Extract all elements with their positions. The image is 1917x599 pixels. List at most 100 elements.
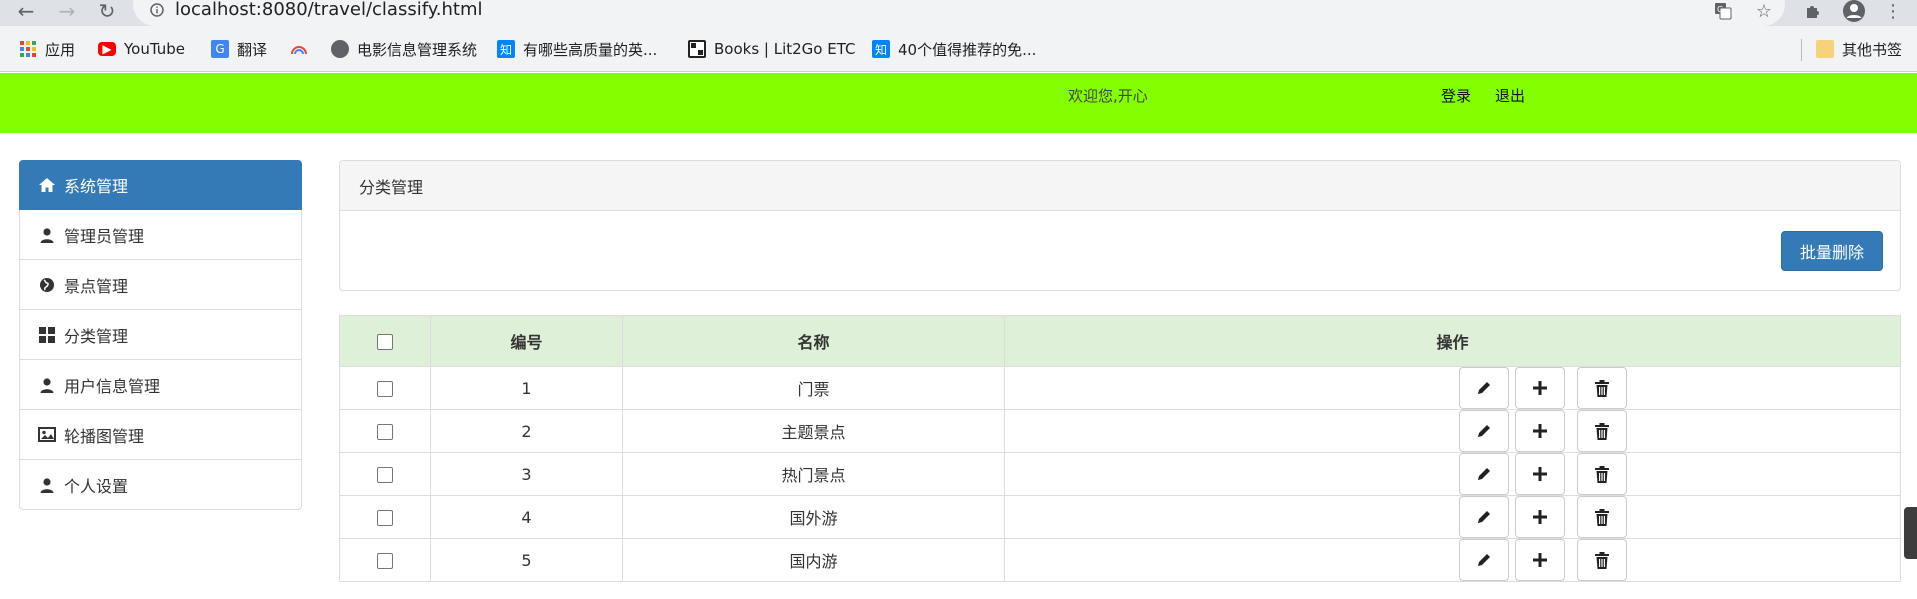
bookmark-apps[interactable]: 应用 <box>19 36 75 62</box>
select-all-cell <box>339 315 431 367</box>
pencil-icon <box>1476 423 1492 439</box>
trash-icon <box>1594 379 1610 397</box>
bookmark-zhihu-2[interactable]: 知 40个值得推荐的免... <box>872 36 1036 62</box>
reload-icon[interactable]: ↻ <box>93 0 121 23</box>
bookmark-label: 有哪些高质量的英... <box>523 40 658 59</box>
bookmark-other[interactable]: 其他书签 <box>1816 36 1902 62</box>
translate-page-icon[interactable]: G <box>1710 0 1736 22</box>
delete-button[interactable] <box>1576 539 1627 581</box>
table-row: 1 门票 <box>339 366 1901 410</box>
bookmark-label: YouTube <box>124 40 185 58</box>
row-id: 4 <box>430 495 623 539</box>
bookmark-label: 应用 <box>45 40 76 59</box>
image-icon <box>38 426 56 444</box>
row-select-cell <box>339 366 431 410</box>
table-row: 5 国内游 <box>339 538 1901 582</box>
url-text[interactable]: localhost:8080/travel/classify.html <box>175 0 483 20</box>
sidebar-item-scenic[interactable]: 景点管理 <box>19 260 302 310</box>
site-info-icon[interactable] <box>148 0 166 20</box>
trash-icon <box>1594 422 1610 440</box>
sidebar-menu: 系统管理 管理员管理 景点管理 分类管理 用户信息管理 轮播图管理 个人设置 <box>19 160 302 510</box>
row-checkbox[interactable] <box>377 467 393 483</box>
plus-icon <box>1532 380 1548 396</box>
back-icon[interactable]: ← <box>12 0 40 23</box>
row-checkbox[interactable] <box>377 424 393 440</box>
delete-button[interactable] <box>1576 453 1627 495</box>
bookmark-label: 翻译 <box>237 40 268 59</box>
add-button[interactable] <box>1514 410 1565 452</box>
pencil-icon <box>1476 380 1492 396</box>
bookmark-label: 电影信息管理系统 <box>357 40 478 59</box>
edit-button[interactable] <box>1458 496 1509 538</box>
pencil-icon <box>1476 552 1492 568</box>
row-actions <box>1004 495 1901 539</box>
sidebar-item-label: 景点管理 <box>64 276 129 296</box>
bookmark-lit2go[interactable]: Books | Lit2Go ETC <box>688 36 856 62</box>
grid-icon <box>38 326 56 344</box>
row-checkbox[interactable] <box>377 553 393 569</box>
add-button[interactable] <box>1514 496 1565 538</box>
plus-icon <box>1532 423 1548 439</box>
svg-text:G: G <box>1717 5 1723 14</box>
login-link[interactable]: 登录 <box>1441 85 1471 106</box>
bookmark-label: 40个值得推荐的免... <box>898 40 1037 59</box>
bookmark-translate[interactable]: G 翻译 <box>211 36 267 62</box>
delete-button[interactable] <box>1576 410 1627 452</box>
extensions-icon[interactable] <box>1800 0 1826 22</box>
sidebar-item-admin[interactable]: 管理员管理 <box>19 210 302 260</box>
select-all-checkbox[interactable] <box>377 334 393 350</box>
batch-delete-button[interactable]: 批量删除 <box>1781 231 1883 271</box>
sidebar-item-profile[interactable]: 个人设置 <box>19 460 302 510</box>
row-actions <box>1004 409 1901 453</box>
edit-button[interactable] <box>1458 410 1509 452</box>
edit-button[interactable] <box>1458 539 1509 581</box>
home-icon <box>38 176 56 194</box>
row-checkbox[interactable] <box>377 381 393 397</box>
bookmark-movie-system[interactable]: 电影信息管理系统 <box>331 36 477 62</box>
user-icon <box>38 226 56 244</box>
add-button[interactable] <box>1514 453 1565 495</box>
bookmark-star-icon[interactable]: ☆ <box>1751 0 1777 22</box>
row-name: 主题景点 <box>622 409 1005 453</box>
sidebar-item-label: 分类管理 <box>64 326 129 346</box>
classify-panel: 分类管理 批量删除 <box>339 160 1901 291</box>
sidebar-item-user-info[interactable]: 用户信息管理 <box>19 360 302 410</box>
sidebar-item-label: 系统管理 <box>64 177 129 196</box>
row-id: 1 <box>430 366 623 410</box>
sidebar-item-label: 轮播图管理 <box>64 426 145 446</box>
add-button[interactable] <box>1514 539 1565 581</box>
translate-icon: G <box>211 40 229 58</box>
browser-menu-icon[interactable]: ⋮ <box>1880 0 1906 22</box>
edit-button[interactable] <box>1458 367 1509 409</box>
globe-icon <box>38 276 56 294</box>
row-checkbox[interactable] <box>377 510 393 526</box>
add-button[interactable] <box>1514 367 1565 409</box>
logout-link[interactable]: 退出 <box>1495 85 1525 106</box>
row-id: 5 <box>430 538 623 582</box>
row-select-cell <box>339 495 431 539</box>
row-select-cell <box>339 452 431 496</box>
forward-icon[interactable]: → <box>53 0 81 23</box>
user-icon <box>38 376 56 394</box>
panel-title: 分类管理 <box>340 161 1900 211</box>
sidebar-item-system[interactable]: 系统管理 <box>19 160 302 210</box>
delete-button[interactable] <box>1576 496 1627 538</box>
sidebar-item-carousel[interactable]: 轮播图管理 <box>19 410 302 460</box>
scroll-handle[interactable] <box>1904 507 1917 559</box>
row-actions <box>1004 452 1901 496</box>
profile-avatar-icon[interactable] <box>1841 0 1867 22</box>
edit-button[interactable] <box>1458 453 1509 495</box>
table-row: 4 国外游 <box>339 495 1901 539</box>
bookmark-zhihu-1[interactable]: 知 有哪些高质量的英... <box>497 36 657 62</box>
bookmark-youtube[interactable]: ▶ YouTube <box>98 36 185 62</box>
row-actions <box>1004 538 1901 582</box>
table-body: 1 门票 2 主题景点 3 热门景点 4 国外游 5 国内游 <box>339 366 1901 582</box>
delete-button[interactable] <box>1576 367 1627 409</box>
bookmark-rainbow[interactable] <box>290 36 308 62</box>
trash-icon <box>1594 465 1610 483</box>
row-select-cell <box>339 538 431 582</box>
bookmark-label: 其他书签 <box>1842 40 1903 59</box>
sidebar-item-classify[interactable]: 分类管理 <box>19 310 302 360</box>
site-header: 欢迎您,开心 登录 退出 <box>0 73 1917 133</box>
row-name: 国内游 <box>622 538 1005 582</box>
